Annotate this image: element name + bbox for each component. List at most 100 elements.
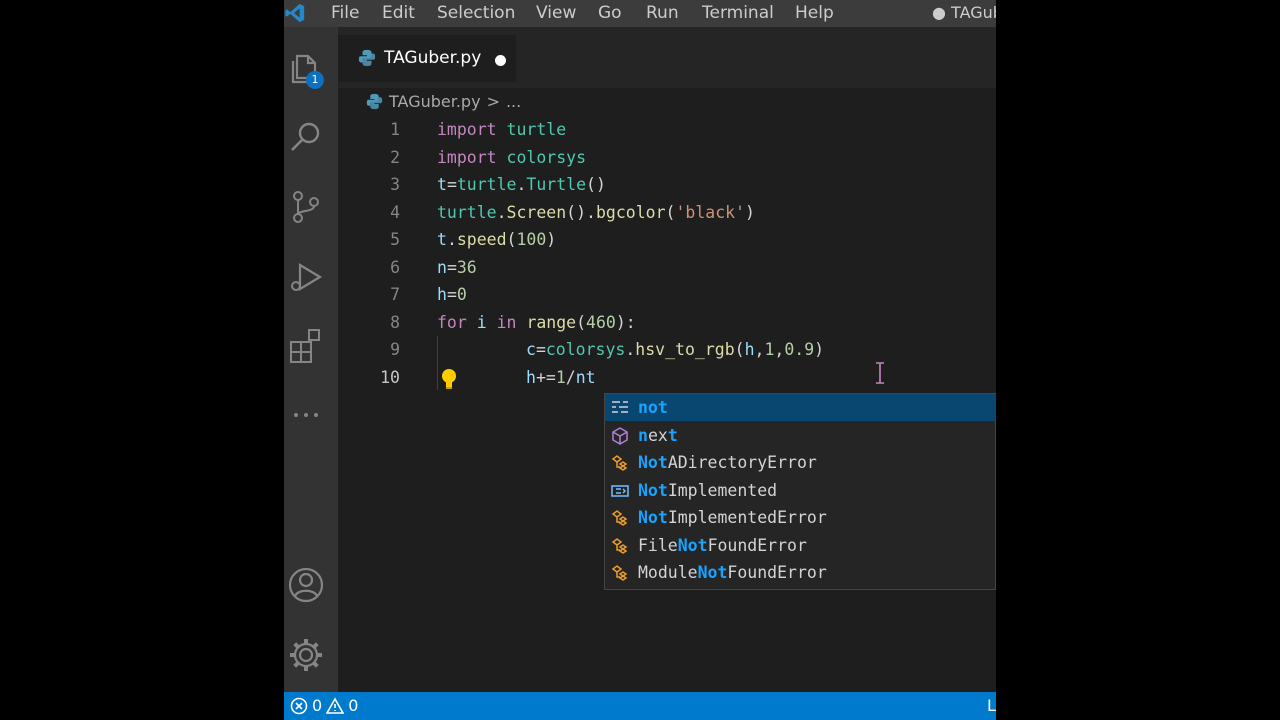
- class-icon: [610, 563, 630, 583]
- code-line[interactable]: 3 t=turtle.Turtle(): [338, 171, 996, 198]
- code-line[interactable]: 8 for i in range(460):: [338, 309, 996, 336]
- code-token: =: [446, 175, 457, 194]
- code-token: range: [526, 312, 577, 332]
- code-token: turtle: [506, 120, 567, 139]
- code-token: (): [586, 175, 606, 194]
- account-icon[interactable]: [286, 565, 326, 605]
- code-line[interactable]: 5 t.speed(100): [338, 226, 996, 253]
- code-token: ().: [566, 202, 596, 222]
- code-line[interactable]: 4 turtle.Screen().bgcolor('black'): [338, 199, 996, 226]
- settings-gear-icon[interactable]: [286, 635, 326, 675]
- code-token: +=: [535, 367, 556, 387]
- line-number: 8: [390, 312, 400, 332]
- error-count: 0: [312, 696, 323, 715]
- match-highlight: Not: [697, 563, 728, 582]
- class-icon: [610, 508, 630, 528]
- code-line[interactable]: 6 n=36: [338, 254, 996, 281]
- tab-bar: TAGuber.py: [338, 27, 996, 88]
- run-debug-icon[interactable]: [286, 257, 326, 297]
- code-token: colorsys: [506, 147, 587, 167]
- suggestion-text: Module: [638, 563, 698, 582]
- code-text: h=0: [437, 281, 467, 308]
- line-number: 9: [390, 340, 400, 359]
- code-token: nt: [575, 367, 596, 387]
- breadcrumb: TAGuber.py > ...: [366, 89, 521, 113]
- suggestion-label: ModuleNotFoundError: [638, 559, 827, 586]
- menu-run[interactable]: Run: [646, 2, 679, 24]
- warning-icon: [326, 696, 345, 714]
- code-token: turtle: [437, 202, 497, 222]
- suggestion-label: not: [638, 394, 668, 421]
- tab-taguber-py[interactable]: TAGuber.py: [338, 35, 516, 82]
- problems-indicator[interactable]: 0 0: [290, 696, 358, 715]
- match-highlight: Not: [638, 508, 668, 527]
- code-token: Screen: [506, 202, 567, 222]
- suggestion-label: next: [638, 422, 678, 449]
- menu-terminal[interactable]: Terminal: [702, 2, 774, 24]
- match-highlight: not: [638, 398, 668, 417]
- more-icon[interactable]: [286, 395, 326, 435]
- breadcrumb-more[interactable]: ...: [506, 92, 521, 111]
- code-text: t=turtle.Turtle(): [437, 171, 606, 198]
- unsaved-dot-icon[interactable]: [495, 55, 506, 66]
- suggestion-item[interactable]: NotImplementedError: [605, 504, 996, 531]
- suggestion-item[interactable]: FileNotFoundError: [605, 532, 996, 559]
- suggestion-item[interactable]: NotImplemented: [605, 477, 996, 504]
- status-position[interactable]: L: [987, 696, 996, 715]
- menu-go[interactable]: Go: [598, 2, 622, 24]
- code-line[interactable]: 10 h+=1/nt: [338, 364, 996, 391]
- code-token: colorsys: [545, 340, 626, 359]
- menu-bar: File Edit Selection View Go Run Terminal…: [284, 0, 996, 27]
- suggestion-item[interactable]: not: [605, 394, 996, 421]
- code-token: /: [565, 367, 576, 387]
- code-token: n: [437, 257, 447, 277]
- lightbulb-icon[interactable]: [440, 368, 458, 390]
- menu-selection[interactable]: Selection: [437, 2, 515, 24]
- code-token: in: [496, 312, 517, 332]
- code-token: =: [535, 340, 546, 359]
- menu-file[interactable]: File: [331, 2, 359, 24]
- menu-help[interactable]: Help: [795, 2, 834, 24]
- code-token: (: [665, 202, 676, 222]
- code-token: 'black': [675, 202, 745, 222]
- match-highlight: Not: [677, 535, 708, 555]
- code-line[interactable]: 7 h=0: [338, 281, 996, 308]
- menu-view[interactable]: View: [536, 2, 576, 24]
- code-line[interactable]: 1 import turtle: [338, 116, 996, 143]
- source-control-icon[interactable]: [286, 187, 326, 227]
- warning-count: 0: [348, 696, 359, 715]
- line-number: 10: [380, 367, 400, 387]
- code-token: h: [526, 367, 536, 387]
- line-number: 1: [390, 120, 400, 139]
- suggestion-label: NotImplementedError: [638, 504, 827, 531]
- code-token: .: [625, 340, 636, 359]
- code-token: 460: [586, 312, 616, 332]
- suggestion-text: FoundError: [727, 563, 827, 582]
- status-bar: 0 0 L: [284, 692, 996, 720]
- code-token: 1: [555, 367, 566, 387]
- line-number: 6: [390, 257, 400, 277]
- module-icon: [610, 426, 630, 446]
- line-number: 4: [390, 202, 400, 222]
- code-text: h+=1/nt: [526, 364, 596, 391]
- suggestion-item[interactable]: NotADirectoryError: [605, 449, 996, 476]
- code-text: import colorsys: [437, 144, 586, 171]
- code-token: .: [496, 202, 507, 222]
- code-token: bgcolor: [595, 202, 666, 222]
- code-token: hsv_to_rgb: [635, 340, 735, 359]
- suggestion-item[interactable]: next: [605, 422, 996, 449]
- breadcrumb-file[interactable]: TAGuber.py: [389, 92, 481, 111]
- breadcrumb-separator: >: [486, 91, 500, 111]
- extensions-icon[interactable]: [286, 325, 326, 365]
- search-icon[interactable]: [286, 117, 326, 157]
- code-line[interactable]: 2 import colorsys: [338, 144, 996, 171]
- code-line[interactable]: 9 c=colorsys.hsv_to_rgb(h,1,0.9): [338, 336, 996, 363]
- mouse-ibeam-cursor-icon: [876, 362, 884, 384]
- code-text: turtle.Screen().bgcolor('black'): [437, 199, 755, 226]
- suggestion-item[interactable]: ModuleNotFoundError: [605, 559, 996, 586]
- menu-edit[interactable]: Edit: [382, 2, 415, 24]
- code-token: t: [437, 175, 447, 194]
- code-token: ): [546, 230, 557, 249]
- suggestion-text: ex: [647, 425, 668, 445]
